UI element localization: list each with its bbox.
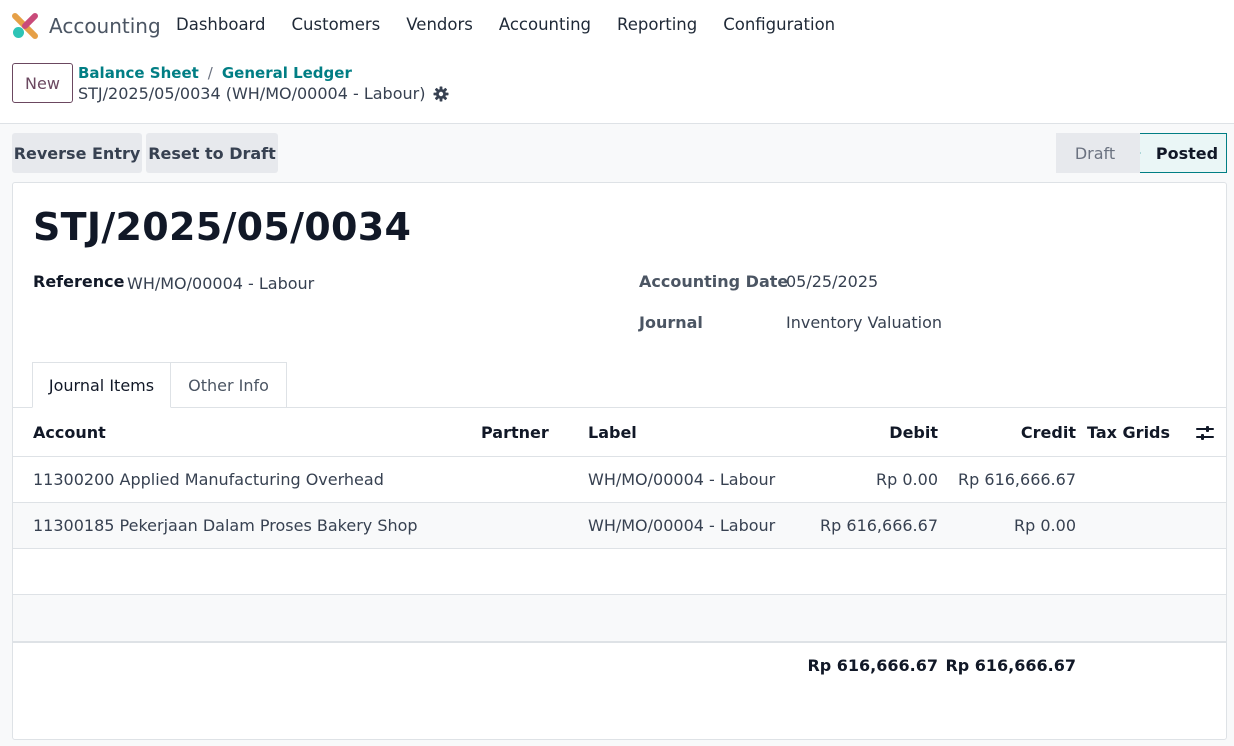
credit-cell: Rp 0.00 xyxy=(1014,516,1076,535)
form-sheet: STJ/2025/05/0034 Reference WH/MO/00004 -… xyxy=(12,182,1227,740)
new-button[interactable]: New xyxy=(12,63,73,103)
table-row[interactable]: 11300185 Pekerjaan Dalam Proses Bakery S… xyxy=(13,503,1226,549)
account-cell: 11300185 Pekerjaan Dalam Proses Bakery S… xyxy=(33,516,418,535)
account-cell: 11300200 Applied Manufacturing Overhead xyxy=(33,470,384,489)
breadcrumb-separator: / xyxy=(207,64,213,82)
total-credit: Rp 616,666.67 xyxy=(945,655,1076,675)
notebook-tabs: Journal Items Other Info xyxy=(13,362,1226,408)
control-panel: New Balance Sheet / General Ledger STJ/2… xyxy=(0,52,1234,124)
page-title: STJ/2025/05/0034 xyxy=(33,205,412,249)
column-debit[interactable]: Debit xyxy=(813,409,938,456)
column-account[interactable]: Account xyxy=(33,409,106,456)
reference-label: Reference xyxy=(33,272,125,291)
reference-field[interactable]: WH/MO/00004 - Labour xyxy=(127,274,314,293)
column-settings-icon[interactable] xyxy=(1196,424,1214,442)
menu-customers[interactable]: Customers xyxy=(279,15,394,34)
breadcrumb: Balance Sheet / General Ledger xyxy=(78,64,352,82)
accounting-date-label: Accounting Date xyxy=(639,272,789,291)
menu-reporting[interactable]: Reporting xyxy=(604,15,710,34)
menu-configuration[interactable]: Configuration xyxy=(710,15,848,34)
journal-field[interactable]: Inventory Valuation xyxy=(786,313,942,332)
debit-cell: Rp 0.00 xyxy=(876,470,938,489)
breadcrumb-balance-sheet[interactable]: Balance Sheet xyxy=(78,64,199,82)
label-cell: WH/MO/00004 - Labour xyxy=(588,470,776,489)
menu-accounting[interactable]: Accounting xyxy=(486,15,604,34)
column-label[interactable]: Label xyxy=(588,409,637,456)
empty-row xyxy=(13,549,1226,595)
status-bar: Draft Posted xyxy=(1056,133,1227,173)
accounting-app-logo-icon[interactable] xyxy=(12,13,38,39)
journal-items-table: Account Partner Label Debit Credit Tax G… xyxy=(13,409,1226,687)
journal-label: Journal xyxy=(639,313,703,332)
menu-vendors[interactable]: Vendors xyxy=(393,15,486,34)
tab-journal-items[interactable]: Journal Items xyxy=(32,362,171,408)
empty-row xyxy=(13,595,1226,641)
column-credit[interactable]: Credit xyxy=(948,409,1076,456)
app-name[interactable]: Accounting xyxy=(49,14,161,38)
main-menu: Dashboard Customers Vendors Accounting R… xyxy=(163,15,848,34)
accounting-date-field[interactable]: 05/25/2025 xyxy=(786,272,878,291)
column-partner[interactable]: Partner xyxy=(481,409,549,456)
table-totals: Rp 616,666.67 Rp 616,666.67 xyxy=(13,641,1226,687)
menu-dashboard[interactable]: Dashboard xyxy=(163,15,279,34)
top-navbar: Accounting Dashboard Customers Vendors A… xyxy=(0,0,1234,52)
reverse-entry-button[interactable]: Reverse Entry xyxy=(12,133,142,173)
total-debit: Rp 616,666.67 xyxy=(807,655,938,675)
credit-cell: Rp 616,666.67 xyxy=(958,470,1076,489)
status-posted[interactable]: Posted xyxy=(1127,133,1227,173)
debit-cell: Rp 616,666.67 xyxy=(820,516,938,535)
record-breadcrumb: STJ/2025/05/0034 (WH/MO/00004 - Labour) xyxy=(78,84,449,103)
tab-other-info[interactable]: Other Info xyxy=(171,362,287,408)
column-tax-grids[interactable]: Tax Grids xyxy=(1087,409,1170,456)
record-name: STJ/2025/05/0034 (WH/MO/00004 - Labour) xyxy=(78,84,426,103)
label-cell: WH/MO/00004 - Labour xyxy=(588,516,776,535)
breadcrumb-general-ledger[interactable]: General Ledger xyxy=(222,64,352,82)
reset-to-draft-button[interactable]: Reset to Draft xyxy=(146,133,278,173)
table-header: Account Partner Label Debit Credit Tax G… xyxy=(13,409,1226,457)
gear-icon[interactable] xyxy=(433,86,449,102)
table-row[interactable]: 11300200 Applied Manufacturing Overhead … xyxy=(13,457,1226,503)
